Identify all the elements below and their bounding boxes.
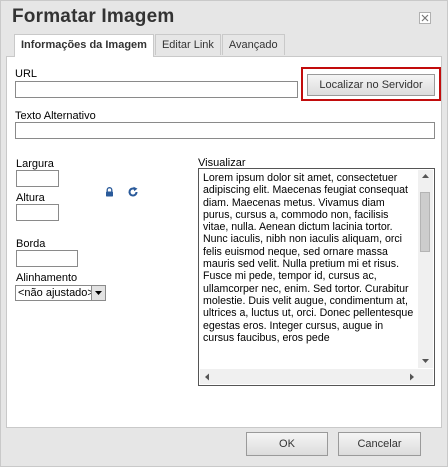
scrollbar-corner (418, 369, 433, 384)
preview-box[interactable]: Lorem ipsum dolor sit amet, consectetuer… (198, 168, 435, 386)
tab-edit-link[interactable]: Editar Link (154, 34, 221, 55)
border-label: Borda (16, 238, 46, 250)
align-select-value: <não ajustado> (18, 287, 94, 299)
height-input[interactable] (16, 204, 59, 221)
url-input[interactable] (15, 81, 298, 98)
border-input[interactable] (16, 250, 78, 267)
tab-advanced[interactable]: Avançado (221, 34, 285, 55)
lock-icon[interactable] (105, 187, 114, 200)
width-input[interactable] (16, 170, 59, 187)
alt-text-input[interactable] (15, 122, 435, 139)
dialog-title: Formatar Imagem (12, 6, 175, 27)
vertical-scroll-thumb[interactable] (420, 192, 430, 252)
height-label: Altura (16, 192, 45, 204)
tab-bar: Informações da Imagem Editar Link Avança… (14, 34, 286, 57)
align-select[interactable]: <não ajustado> (15, 285, 106, 301)
width-label: Largura (16, 158, 54, 170)
image-properties-dialog: Formatar Imagem Informações da Imagem Ed… (0, 0, 448, 467)
vertical-scrollbar[interactable] (418, 170, 433, 368)
reset-size-icon[interactable] (127, 186, 139, 201)
scroll-right-icon (410, 373, 414, 381)
align-label: Alinhamento (16, 272, 78, 284)
tab-image-info[interactable]: Informações da Imagem (14, 34, 154, 57)
browse-server-button[interactable]: Localizar no Servidor (307, 74, 435, 96)
alt-text-label: Texto Alternativo (15, 110, 96, 122)
scroll-down-icon (422, 359, 429, 363)
cancel-button[interactable]: Cancelar (338, 432, 421, 456)
ok-button[interactable]: OK (246, 432, 328, 456)
scroll-left-icon (205, 373, 209, 381)
close-icon[interactable] (419, 12, 431, 24)
url-label: URL (15, 68, 38, 80)
horizontal-scrollbar[interactable] (200, 369, 419, 384)
preview-text: Lorem ipsum dolor sit amet, consectetuer… (203, 172, 414, 344)
scroll-up-icon (422, 174, 429, 178)
dialog-footer: OK Cancelar (1, 428, 447, 466)
chevron-down-icon[interactable] (91, 286, 105, 300)
